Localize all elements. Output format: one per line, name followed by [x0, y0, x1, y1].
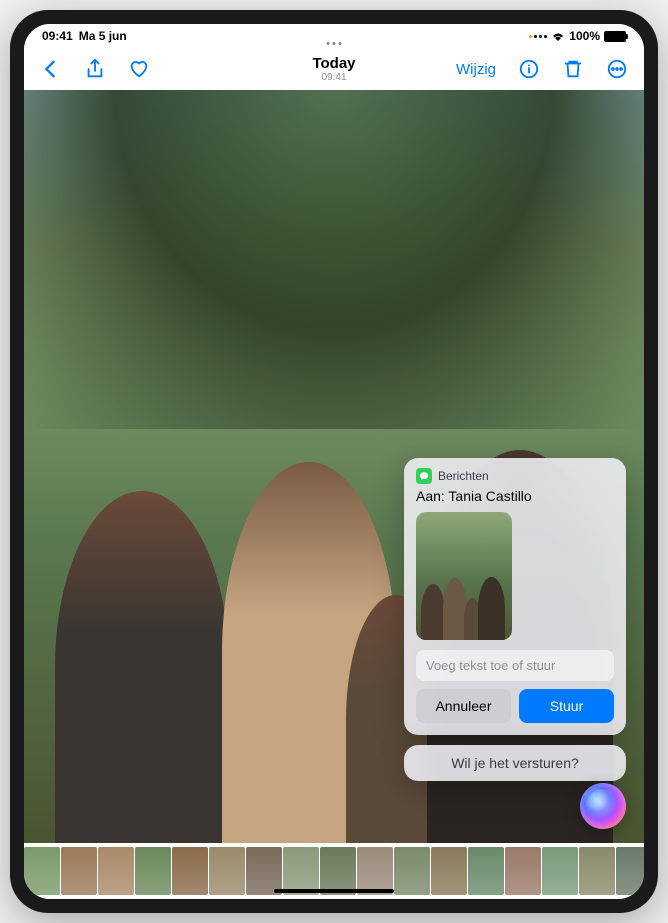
trash-button[interactable] — [562, 58, 584, 80]
thumbnail-item[interactable] — [505, 847, 541, 895]
thumbnail-item[interactable] — [394, 847, 430, 895]
page-title: Today — [312, 55, 355, 72]
messages-app-icon — [416, 468, 432, 484]
edit-button[interactable]: Wijzig — [456, 61, 496, 78]
thumbnail-item[interactable] — [24, 847, 60, 895]
thumbnail-item[interactable] — [468, 847, 504, 895]
message-attachment-preview[interactable] — [416, 512, 512, 640]
battery-percent: 100% — [569, 29, 600, 43]
photo-viewer[interactable]: Berichten Aan: Tania Castillo Voeg tekst… — [24, 90, 644, 843]
thumbnail-item[interactable] — [135, 847, 171, 895]
more-button[interactable] — [606, 58, 628, 80]
app-name-label: Berichten — [438, 469, 489, 483]
send-button[interactable]: Stuur — [519, 689, 614, 723]
cellular-signal-icon — [529, 35, 547, 38]
thumbnail-item[interactable] — [616, 847, 644, 895]
recipient-label: Aan: Tania Castillo — [416, 488, 614, 504]
cancel-button[interactable]: Annuleer — [416, 689, 511, 723]
thumbnail-item[interactable] — [542, 847, 578, 895]
thumbnail-item[interactable] — [246, 847, 282, 895]
app-toolbar: Today 09:41 Wijzig — [24, 48, 644, 90]
info-button[interactable] — [518, 58, 540, 80]
thumbnail-item[interactable] — [283, 847, 319, 895]
thumbnail-item[interactable] — [98, 847, 134, 895]
multitasking-dots[interactable] — [327, 42, 342, 45]
siri-orb[interactable] — [580, 783, 626, 829]
status-date: Ma 5 jun — [79, 29, 127, 43]
home-indicator[interactable] — [274, 889, 394, 893]
siri-prompt-bubble: Wil je het versturen? — [404, 745, 626, 781]
share-button[interactable] — [84, 58, 106, 80]
screen: 09:41 Ma 5 jun 100% — [24, 24, 644, 899]
thumbnail-item[interactable] — [61, 847, 97, 895]
thumbnail-item[interactable] — [579, 847, 615, 895]
thumbnail-item[interactable] — [431, 847, 467, 895]
status-time: 09:41 — [42, 29, 73, 43]
page-subtitle: 09:41 — [312, 72, 355, 83]
siri-message-panel: Berichten Aan: Tania Castillo Voeg tekst… — [404, 458, 626, 735]
thumbnail-item[interactable] — [320, 847, 356, 895]
battery-icon — [604, 31, 626, 42]
thumbnail-item[interactable] — [172, 847, 208, 895]
thumbnail-item[interactable] — [357, 847, 393, 895]
thumbnail-item[interactable] — [209, 847, 245, 895]
favorite-button[interactable] — [128, 58, 150, 80]
back-button[interactable] — [40, 58, 62, 80]
message-text-input[interactable]: Voeg tekst toe of stuur — [416, 650, 614, 681]
wifi-icon — [551, 31, 565, 41]
status-bar: 09:41 Ma 5 jun 100% — [24, 24, 644, 48]
ipad-device-frame: 09:41 Ma 5 jun 100% — [10, 10, 658, 913]
